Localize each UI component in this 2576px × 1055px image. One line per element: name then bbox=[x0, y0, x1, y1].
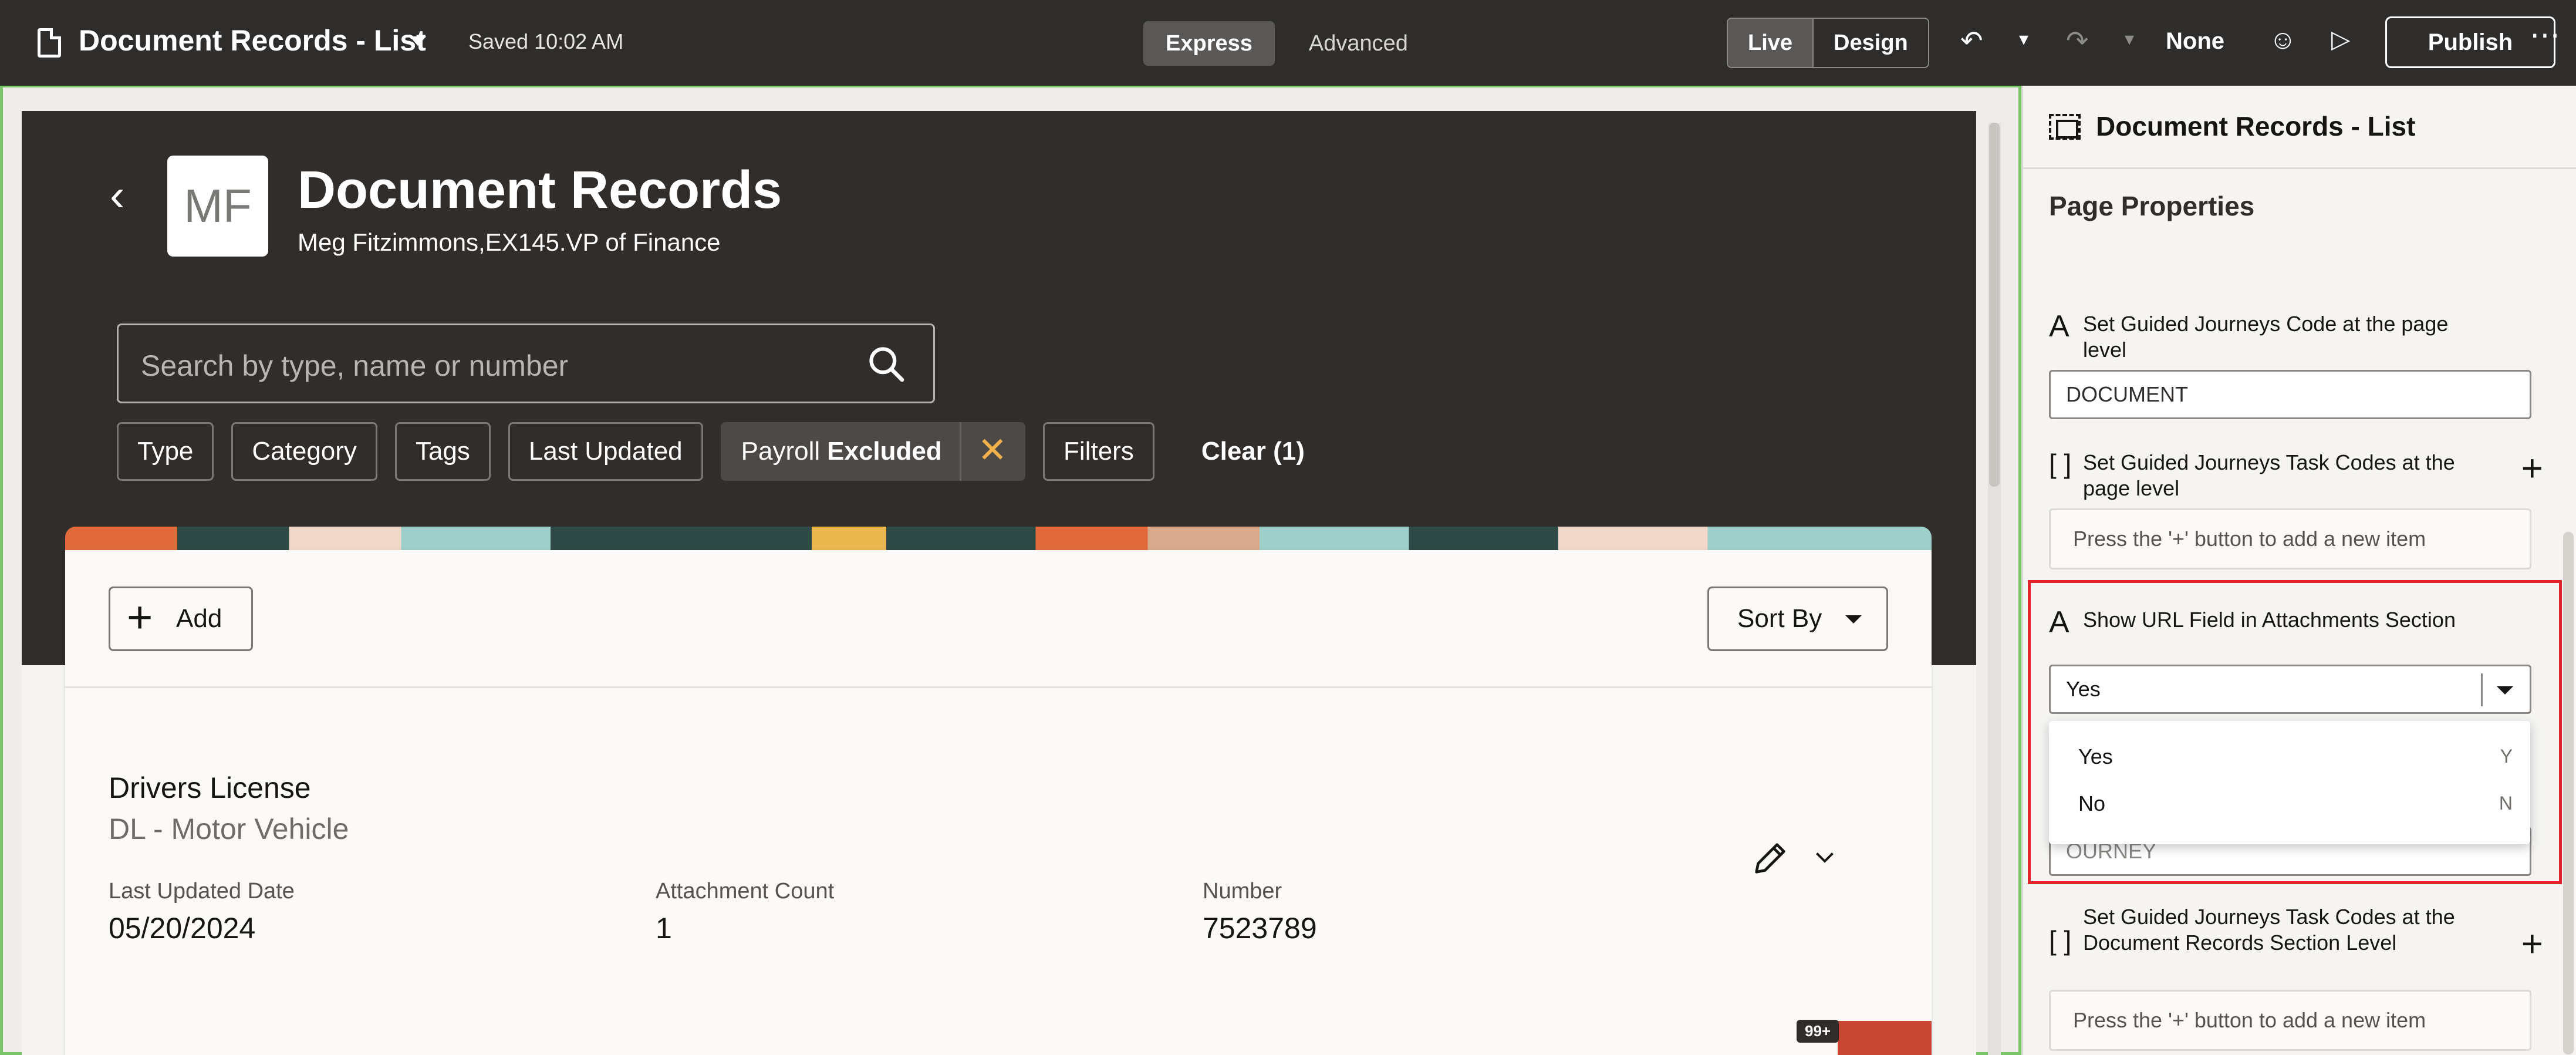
url-field-label-text: Show URL Field in Attachments Section bbox=[2083, 608, 2456, 632]
panel-header: Document Records - List bbox=[2023, 86, 2576, 169]
task-codes-hint: Press the '+' button to add a new item bbox=[2049, 508, 2531, 569]
record-subtitle: DL - Motor Vehicle bbox=[109, 813, 349, 845]
avatar: MF bbox=[167, 156, 268, 257]
url-field-selected-value: Yes bbox=[2066, 677, 2101, 701]
record-attachment-count: Attachment Count 1 bbox=[656, 879, 834, 945]
attachment-count-value: 1 bbox=[656, 912, 672, 945]
smiley-icon[interactable]: ☺ bbox=[2269, 26, 2297, 53]
url-field-label: A Show URL Field in Attachments Section bbox=[2049, 607, 2459, 638]
last-updated-label: Last Updated Date bbox=[109, 879, 295, 904]
option-no-key: N bbox=[2499, 793, 2513, 814]
url-field-select[interactable]: Yes bbox=[2049, 665, 2531, 714]
option-yes-key: Y bbox=[2500, 746, 2513, 767]
advanced-mode-button[interactable]: Advanced bbox=[1287, 21, 1430, 66]
filter-chip-last-updated[interactable]: Last Updated bbox=[508, 422, 703, 481]
filter-chip-payroll-value: Excluded bbox=[827, 437, 942, 466]
saved-status: Saved 10:02 AM bbox=[468, 29, 624, 53]
panel-title: Document Records - List bbox=[2096, 111, 2416, 141]
preview-icon[interactable]: ▷ bbox=[2331, 27, 2350, 52]
task-codes-field-label: [ ] Set Guided Journeys Task Codes at th… bbox=[2049, 450, 2470, 501]
add-task-code-icon[interactable]: + bbox=[2521, 446, 2543, 490]
design-canvas: ‹ MF Document Records Meg Fitzimmons,EX1… bbox=[0, 86, 2021, 1055]
add-section-task-icon[interactable]: + bbox=[2521, 922, 2543, 965]
close-icon[interactable]: ✕ bbox=[959, 422, 1024, 481]
text-type-icon: A bbox=[2049, 309, 2069, 343]
notification-bar bbox=[1838, 1021, 1932, 1055]
express-mode-button[interactable]: Express bbox=[1143, 21, 1275, 66]
url-field-dropdown: Yes Y No N bbox=[2049, 721, 2530, 844]
redo-menu-icon[interactable]: ▾ bbox=[2125, 29, 2134, 48]
attachment-count-label: Attachment Count bbox=[656, 879, 835, 904]
edit-icon[interactable] bbox=[1750, 838, 1791, 879]
canvas-scrollbar[interactable] bbox=[1988, 123, 2001, 1055]
filter-chip-tags[interactable]: Tags bbox=[394, 422, 491, 481]
plus-icon: + bbox=[127, 592, 153, 642]
option-no[interactable]: No bbox=[2078, 791, 2105, 816]
page-title: Document Records bbox=[298, 161, 782, 220]
chevron-down-icon[interactable] bbox=[1814, 851, 1835, 865]
canvas-scrollbar-thumb[interactable] bbox=[1989, 123, 2000, 487]
records-card: + Add Sort By Drivers License DL - Motor… bbox=[65, 550, 1932, 1055]
sort-by-label: Sort By bbox=[1737, 604, 1822, 633]
section-task-field-label: [ ] Set Guided Journeys Task Codes at th… bbox=[2049, 904, 2459, 956]
locale-selector[interactable]: None bbox=[2166, 28, 2224, 55]
option-yes[interactable]: Yes bbox=[2078, 744, 2113, 769]
sort-by-button[interactable]: Sort By bbox=[1707, 587, 1888, 651]
notification-badge[interactable]: 99+ bbox=[1797, 1020, 1839, 1043]
search-icon[interactable] bbox=[866, 344, 906, 384]
chevron-down-icon[interactable] bbox=[2497, 686, 2513, 695]
filters-button[interactable]: Filters bbox=[1043, 422, 1154, 481]
gj-code-label-text: Set Guided Journeys Code at the page lev… bbox=[2083, 312, 2449, 362]
record-title[interactable]: Drivers License bbox=[109, 771, 311, 805]
page-layout-icon bbox=[2049, 114, 2081, 140]
gj-code-field-label: A Set Guided Journeys Code at the page l… bbox=[2049, 311, 2494, 363]
add-button[interactable]: + Add bbox=[109, 587, 253, 651]
chevron-down-icon bbox=[1845, 615, 1862, 623]
filter-chip-payroll-label: Payroll bbox=[741, 437, 821, 466]
design-button[interactable]: Design bbox=[1812, 19, 1928, 67]
section-task-label-text: Set Guided Journeys Task Codes at the Do… bbox=[2083, 905, 2455, 955]
clear-filters-link[interactable]: Clear (1) bbox=[1201, 437, 1305, 466]
gj-code-input[interactable]: DOCUMENT bbox=[2049, 370, 2531, 419]
filter-chip-payroll[interactable]: Payroll Excluded ✕ bbox=[720, 422, 1026, 481]
title-dropdown-icon[interactable] bbox=[410, 36, 426, 46]
record-number: Number 7523789 bbox=[1203, 879, 1317, 945]
number-label: Number bbox=[1203, 879, 1282, 904]
search-placeholder: Search by type, name or number bbox=[141, 349, 569, 382]
array-type-icon: [ ] bbox=[2049, 925, 2072, 956]
mode-switch: Express Advanced bbox=[1143, 21, 1430, 66]
live-design-toggle: Live Design bbox=[1727, 18, 1929, 68]
panel-scrollbar[interactable] bbox=[2563, 532, 2574, 1054]
filter-chip-type[interactable]: Type bbox=[117, 422, 214, 481]
filter-chips: Type Category Tags Last Updated Payroll … bbox=[117, 422, 1305, 481]
task-codes-label-text: Set Guided Journeys Task Codes at the pa… bbox=[2083, 450, 2455, 500]
app-title: Document Records - List bbox=[79, 24, 426, 57]
page-preview: ‹ MF Document Records Meg Fitzimmons,EX1… bbox=[22, 111, 1976, 1055]
add-button-label: Add bbox=[176, 604, 222, 633]
last-updated-value: 05/20/2024 bbox=[109, 912, 256, 945]
properties-panel: Document Records - List Page Properties … bbox=[2021, 86, 2576, 1055]
back-icon[interactable]: ‹ bbox=[110, 170, 124, 221]
page-subtitle: Meg Fitzimmons,EX145.VP of Finance bbox=[298, 228, 721, 256]
redo-icon[interactable]: ↷ bbox=[2066, 27, 2089, 54]
text-type-icon: A bbox=[2049, 605, 2069, 639]
document-icon bbox=[38, 28, 61, 58]
divider bbox=[65, 686, 1932, 688]
search-input[interactable]: Search by type, name or number bbox=[117, 323, 935, 403]
number-value: 7523789 bbox=[1203, 912, 1317, 945]
record-last-updated: Last Updated Date 05/20/2024 bbox=[109, 879, 295, 945]
top-toolbar: Document Records - List Saved 10:02 AM E… bbox=[0, 0, 2576, 86]
select-separator bbox=[2481, 673, 2483, 706]
live-button[interactable]: Live bbox=[1728, 19, 1813, 67]
more-options-icon[interactable]: ⋯ bbox=[2530, 20, 2560, 50]
filter-chip-category[interactable]: Category bbox=[231, 422, 377, 481]
section-task-hint: Press the '+' button to add a new item bbox=[2049, 990, 2531, 1051]
undo-menu-icon[interactable]: ▾ bbox=[2019, 29, 2028, 48]
section-title: Page Properties bbox=[2049, 191, 2255, 221]
decorative-banner bbox=[65, 527, 1932, 550]
undo-icon[interactable]: ↶ bbox=[1960, 27, 1983, 54]
array-type-icon: [ ] bbox=[2049, 449, 2072, 479]
